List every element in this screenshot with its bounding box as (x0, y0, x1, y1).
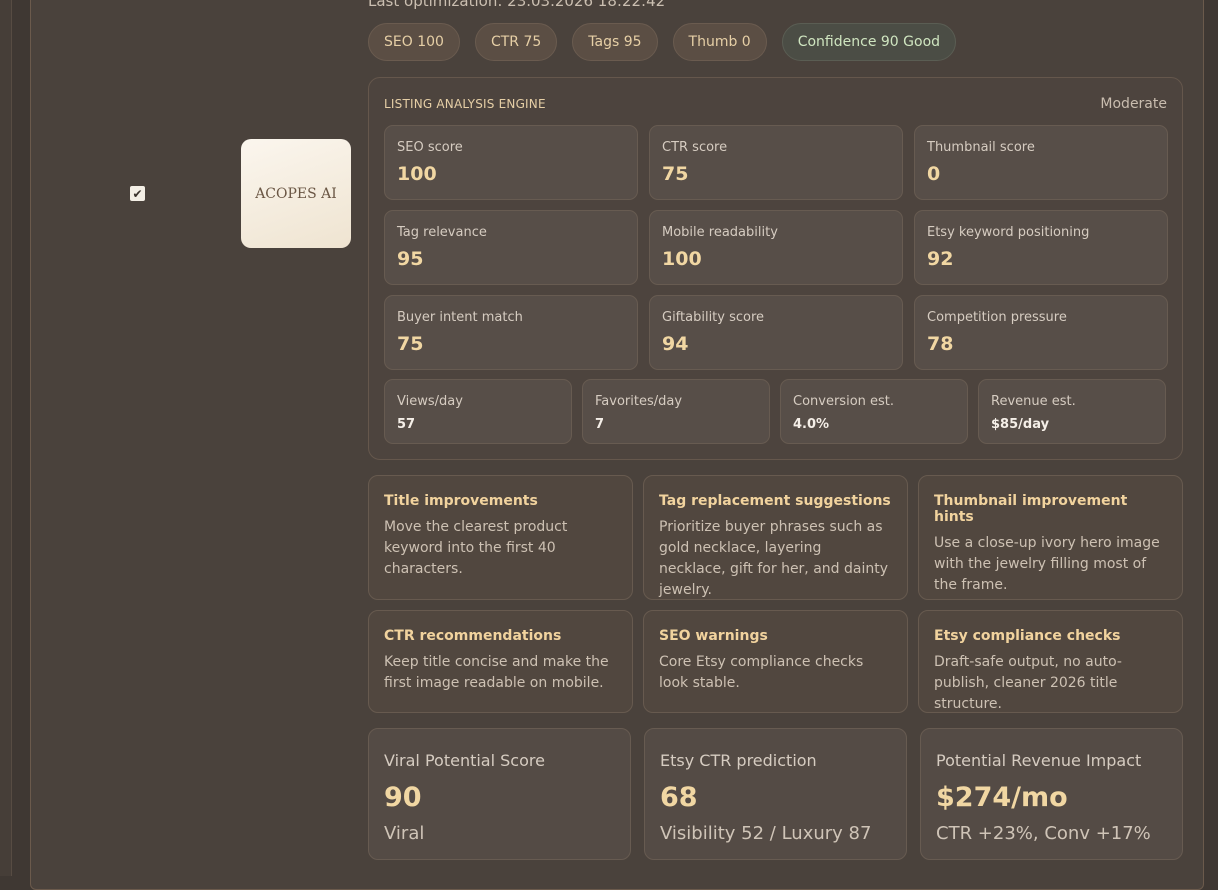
tip-seo-warnings: SEO warnings Core Etsy compliance checks… (643, 610, 908, 713)
stat-value: 57 (397, 417, 416, 432)
stat-views: Views/day 57 (384, 379, 572, 444)
summary-subtext: CTR +23%, Conv +17% (936, 823, 1151, 844)
badge-thumb: Thumb 0 (672, 23, 767, 61)
summary-label: Viral Potential Score (384, 751, 545, 770)
metric-value: 100 (662, 248, 702, 270)
metric-grid: SEO score 100 CTR score 75 Thumbnail sco… (384, 125, 1168, 370)
metric-value: 78 (927, 333, 954, 355)
metric-value: 95 (397, 248, 424, 270)
tip-tag-replacement: Tag replacement suggestions Prioritize b… (643, 475, 908, 600)
stat-label: Conversion est. (793, 394, 895, 409)
tip-title: SEO warnings (659, 628, 768, 644)
stat-favorites: Favorites/day 7 (582, 379, 770, 444)
listing-thumbnail[interactable]: ACOPES AI (241, 139, 351, 248)
tip-title-improvements: Title improvements Move the clearest pro… (368, 475, 633, 600)
tip-body: Keep title concise and make the first im… (384, 654, 609, 691)
tip-title: CTR recommendations (384, 628, 562, 644)
tip-body: Move the clearest product keyword into t… (384, 519, 568, 577)
metric-label: Competition pressure (927, 310, 1067, 325)
listing-analysis-engine: LISTING ANALYSIS ENGINE Moderate SEO sco… (368, 77, 1183, 460)
listing-select-checkbox[interactable]: ✔ (130, 186, 145, 201)
metric-competition-pressure: Competition pressure 78 (914, 295, 1168, 370)
summary-subtext: Visibility 52 / Luxury 87 (660, 823, 872, 844)
stat-value: 4.0% (793, 417, 830, 432)
tip-title: Title improvements (384, 493, 538, 509)
stat-value: $85/day (991, 417, 1050, 432)
badge-tags: Tags 95 (572, 23, 658, 61)
tip-compliance-checks: Etsy compliance checks Draft-safe output… (918, 610, 1183, 713)
metric-thumbnail-score: Thumbnail score 0 (914, 125, 1168, 200)
metric-value: 0 (927, 163, 941, 185)
score-badges: SEO 100 CTR 75 Tags 95 Thumb 0 Confidenc… (368, 23, 957, 61)
engine-level: Moderate (1100, 96, 1167, 112)
metric-label: Giftability score (662, 310, 765, 325)
metric-value: 75 (662, 163, 689, 185)
metric-value: 92 (927, 248, 954, 270)
tip-body: Core Etsy compliance checks look stable. (659, 654, 864, 691)
badge-ctr: CTR 75 (474, 23, 558, 61)
ctr-prediction-card: Etsy CTR prediction 68 Visibility 52 / L… (644, 728, 907, 860)
summary-value: $274/mo (936, 782, 1068, 813)
viral-potential-card: Viral Potential Score 90 Viral (368, 728, 631, 860)
metric-seo-score: SEO score 100 (384, 125, 638, 200)
metric-label: Buyer intent match (397, 310, 523, 325)
metric-keyword-positioning: Etsy keyword positioning 92 (914, 210, 1168, 285)
metric-tag-relevance: Tag relevance 95 (384, 210, 638, 285)
summary-value: 90 (384, 782, 422, 813)
stat-label: Views/day (397, 394, 463, 409)
stat-label: Revenue est. (991, 394, 1076, 409)
metric-mobile-readability: Mobile readability 100 (649, 210, 903, 285)
metric-value: 94 (662, 333, 689, 355)
last-optimization-text: Last optimization: 23.03.2026 18:22:42 (368, 0, 666, 10)
tip-title: Etsy compliance checks (934, 628, 1121, 644)
tip-body: Prioritize buyer phrases such as gold ne… (659, 519, 889, 598)
metric-label: Mobile readability (662, 225, 778, 240)
metric-label: Thumbnail score (927, 140, 1035, 155)
tip-body: Use a close-up ivory hero image with the… (934, 535, 1160, 593)
tip-title: Thumbnail improvement hints (934, 493, 1128, 525)
metric-ctr-score: CTR score 75 (649, 125, 903, 200)
stat-label: Favorites/day (595, 394, 683, 409)
summary-label: Potential Revenue Impact (936, 751, 1142, 770)
metric-label: CTR score (662, 140, 728, 155)
tip-ctr-recommendations: CTR recommendations Keep title concise a… (368, 610, 633, 713)
badge-confidence: Confidence 90 Good (781, 23, 957, 61)
tip-body: Draft-safe output, no auto-publish, clea… (934, 654, 1122, 712)
left-edge-panel (0, 0, 12, 876)
stat-value: 7 (595, 417, 605, 432)
revenue-impact-card: Potential Revenue Impact $274/mo CTR +23… (920, 728, 1183, 860)
metric-value: 75 (397, 333, 424, 355)
metric-value: 100 (397, 163, 437, 185)
badge-seo: SEO 100 (368, 23, 460, 61)
stat-revenue: Revenue est. $85/day (978, 379, 1166, 444)
tip-thumbnail-hints: Thumbnail improvement hints Use a close-… (918, 475, 1183, 600)
summary-cards: Viral Potential Score 90 Viral Etsy CTR … (368, 728, 1183, 860)
tip-title: Tag replacement suggestions (659, 493, 891, 509)
engine-title: LISTING ANALYSIS ENGINE (384, 97, 546, 111)
check-icon: ✔ (132, 186, 143, 201)
metric-label: Etsy keyword positioning (927, 225, 1090, 240)
summary-value: 68 (660, 782, 698, 813)
metric-label: Tag relevance (397, 225, 487, 240)
thumbnail-text: ACOPES AI (255, 185, 337, 202)
stat-conversion: Conversion est. 4.0% (780, 379, 968, 444)
summary-subtext: Viral (384, 823, 425, 844)
summary-label: Etsy CTR prediction (660, 751, 817, 770)
metric-giftability: Giftability score 94 (649, 295, 903, 370)
stat-grid: Views/day 57 Favorites/day 7 Conversion … (384, 379, 1168, 444)
recommendation-grid: Title improvements Move the clearest pro… (368, 475, 1183, 713)
metric-label: SEO score (397, 140, 463, 155)
metric-buyer-intent: Buyer intent match 75 (384, 295, 638, 370)
